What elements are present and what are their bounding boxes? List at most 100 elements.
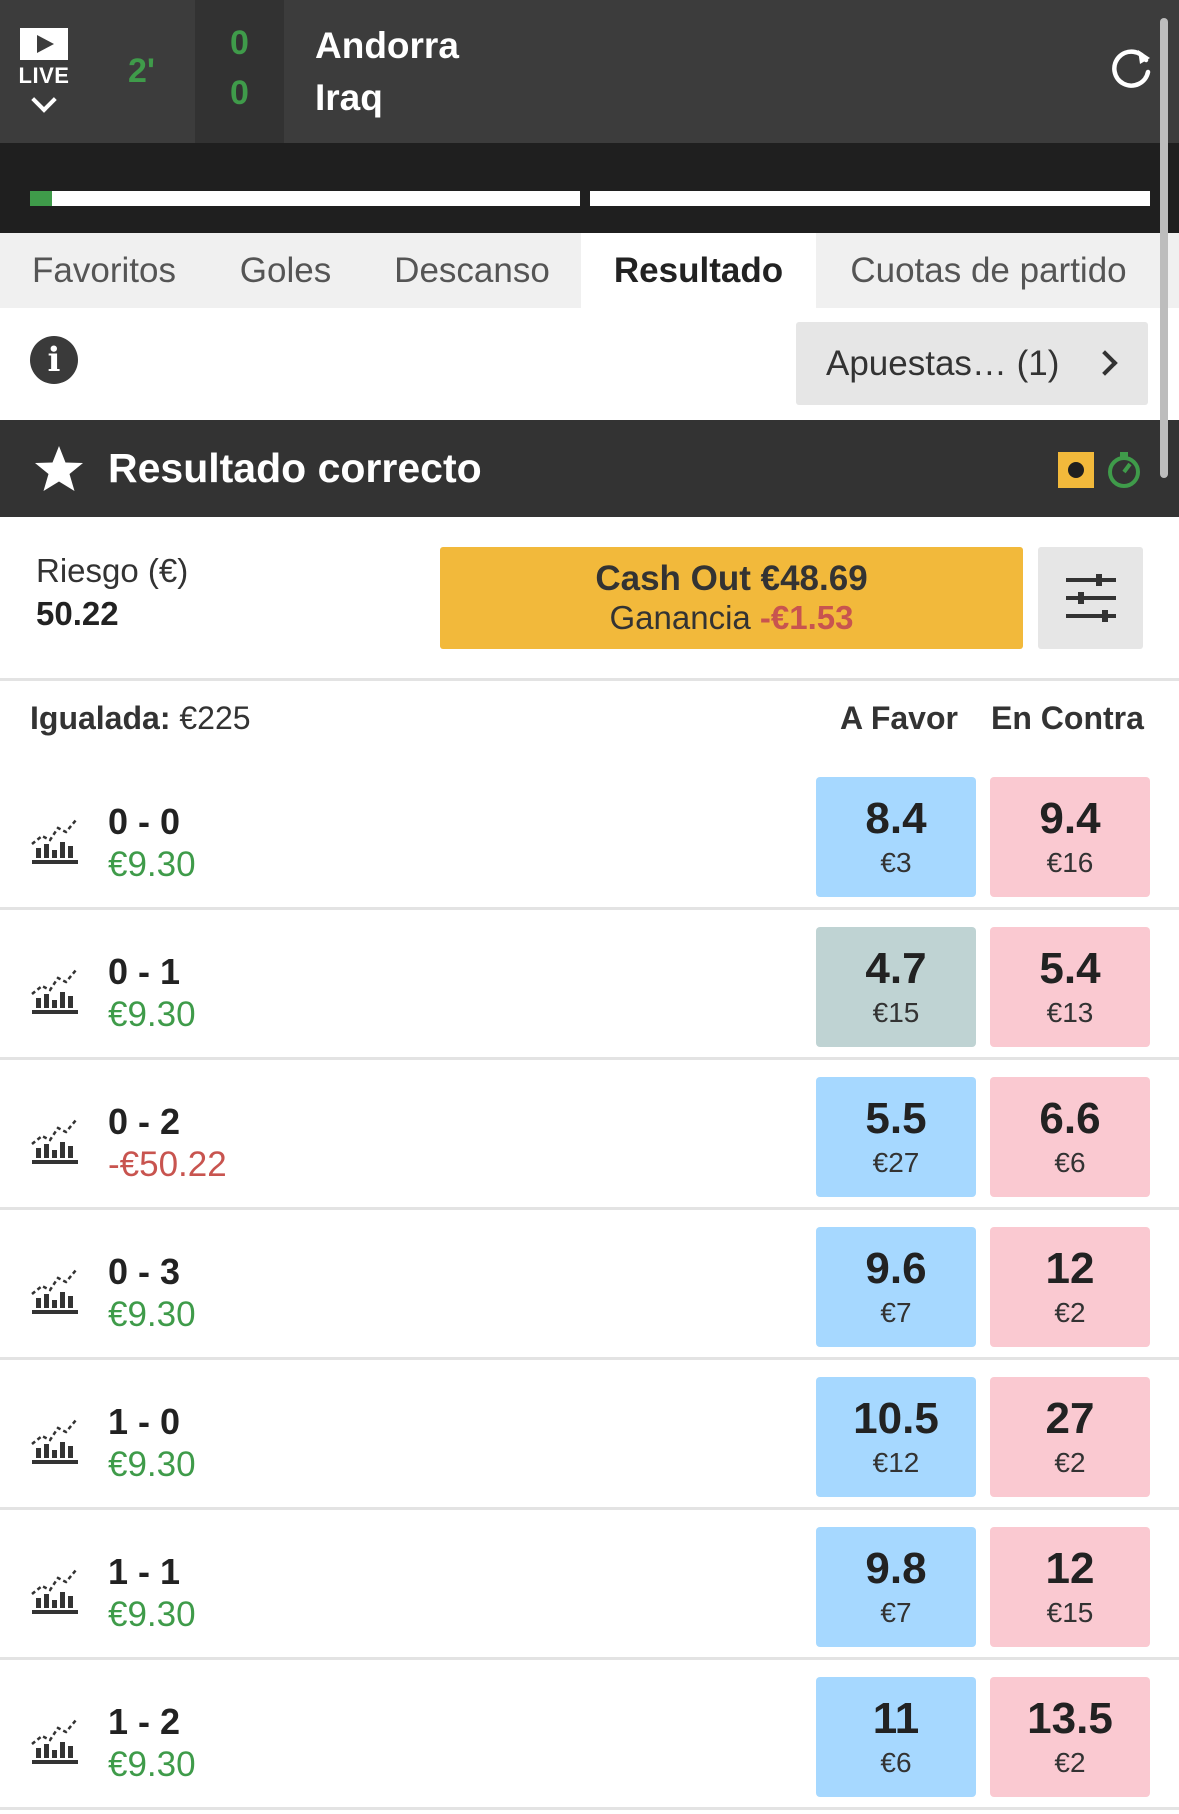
refresh-icon[interactable]	[1110, 46, 1154, 90]
home-team: Andorra	[315, 25, 459, 66]
live-label: LIVE	[18, 63, 70, 88]
back-size: €12	[872, 1447, 920, 1478]
runner-row: 1 - 2 €9.30 11 €6 13.5 €2	[0, 1677, 1179, 1814]
scrollbar[interactable]	[1160, 18, 1168, 478]
back-size: €7	[880, 1297, 912, 1328]
chart-icon[interactable]	[28, 1114, 80, 1166]
runner-profit-loss: €9.30	[108, 995, 196, 1034]
lay-size: €15	[1046, 1597, 1094, 1628]
away-score: 0	[230, 74, 249, 112]
cash-out-button[interactable]: Cash Out €48.69 Ganancia -€1.53	[440, 547, 1023, 649]
live-toggle[interactable]: LIVE	[0, 0, 88, 143]
lay-price: 6.6	[1039, 1094, 1101, 1143]
tab-resultado[interactable]: Resultado	[581, 233, 816, 308]
market-tabs: Favoritos Goles Descanso Resultado Cuota…	[0, 233, 1179, 308]
lay-odds-button[interactable]: 5.4 €13	[990, 927, 1150, 1047]
lay-size: €13	[1046, 997, 1094, 1028]
back-odds-button[interactable]: 8.4 €3	[816, 777, 976, 897]
divider	[0, 1057, 1179, 1060]
sliders-icon	[1066, 574, 1116, 622]
second-half-progress	[590, 191, 1150, 206]
back-odds-button[interactable]: 10.5 €12	[816, 1377, 976, 1497]
back-price: 10.5	[853, 1394, 939, 1443]
runner-profit-loss: -€50.22	[108, 1145, 227, 1184]
back-size: €3	[880, 847, 912, 878]
divider	[0, 1807, 1179, 1810]
lay-odds-button[interactable]: 9.4 €16	[990, 777, 1150, 897]
lay-price: 5.4	[1039, 944, 1101, 993]
divider	[0, 1657, 1179, 1660]
lay-price: 13.5	[1027, 1694, 1113, 1743]
info-icon[interactable]: i	[30, 336, 78, 384]
tab-cuotas-de-partido[interactable]: Cuotas de partido	[816, 233, 1161, 308]
lay-odds-button[interactable]: 12 €2	[990, 1227, 1150, 1347]
chart-icon[interactable]	[28, 964, 80, 1016]
play-icon	[20, 28, 68, 60]
back-price: 11	[872, 1694, 920, 1743]
runner-name: 0 - 3	[108, 1251, 181, 1292]
cash-out-label: Cash Out €48.69	[595, 559, 868, 598]
tab-favoritos[interactable]: Favoritos	[0, 233, 208, 308]
chart-icon[interactable]	[28, 1714, 80, 1766]
back-price: 9.8	[865, 1544, 927, 1593]
runner-row: 1 - 0 €9.30 10.5 €12 27 €2	[0, 1377, 1179, 1527]
profit-value: -€1.53	[759, 599, 854, 636]
back-odds-button[interactable]: 9.8 €7	[816, 1527, 976, 1647]
chart-icon[interactable]	[28, 1264, 80, 1316]
runner-name: 1 - 2	[108, 1701, 181, 1742]
back-odds-button[interactable]: 4.7 €15	[816, 927, 976, 1047]
first-half-progress	[30, 191, 580, 206]
timer-icon	[1108, 452, 1140, 488]
team-names: Andorra Iraq	[315, 20, 459, 124]
chart-icon[interactable]	[28, 814, 80, 866]
back-size: €6	[880, 1747, 912, 1778]
back-odds-button[interactable]: 9.6 €7	[816, 1227, 976, 1347]
lay-size: €6	[1054, 1147, 1086, 1178]
tab-goles[interactable]: Goles	[208, 233, 363, 308]
market-header: Resultado correcto	[0, 420, 1179, 517]
matched-amount: Igualada: €225	[30, 700, 251, 737]
tab-descanso[interactable]: Descanso	[363, 233, 581, 308]
runner-profit-loss: €9.30	[108, 845, 196, 884]
runner-profit-loss: €9.30	[108, 1295, 196, 1334]
apuestas-button[interactable]: Apuestas… (1)	[796, 322, 1148, 405]
back-price: 4.7	[865, 944, 927, 993]
lay-odds-button[interactable]: 13.5 €2	[990, 1677, 1150, 1797]
cash-out-settings-button[interactable]	[1038, 547, 1143, 649]
apuestas-label: Apuestas… (1)	[826, 343, 1060, 383]
runner-row: 0 - 2 -€50.22 5.5 €27 6.6 €6	[0, 1077, 1179, 1227]
divider	[0, 678, 1179, 681]
star-icon[interactable]	[33, 444, 85, 494]
runner-row: 1 - 1 €9.30 9.8 €7 12 €15	[0, 1527, 1179, 1677]
back-odds-button[interactable]: 11 €6	[816, 1677, 976, 1797]
runner-name: 1 - 0	[108, 1401, 181, 1442]
back-size: €15	[872, 997, 920, 1028]
divider	[0, 1357, 1179, 1360]
lay-odds-button[interactable]: 12 €15	[990, 1527, 1150, 1647]
lay-price: 27	[1045, 1394, 1095, 1443]
back-size: €27	[872, 1147, 920, 1178]
lay-odds-button[interactable]: 27 €2	[990, 1377, 1150, 1497]
matched-value: €225	[179, 700, 251, 736]
chart-icon[interactable]	[28, 1414, 80, 1466]
back-odds-button[interactable]: 5.5 €27	[816, 1077, 976, 1197]
chart-icon[interactable]	[28, 1564, 80, 1616]
divider	[0, 1207, 1179, 1210]
lay-size: €2	[1054, 1297, 1086, 1328]
runner-profit-loss: €9.30	[108, 1745, 196, 1784]
profit-label: Ganancia	[609, 599, 751, 636]
divider	[0, 1507, 1179, 1510]
lay-size: €2	[1054, 1747, 1086, 1778]
runner-profit-loss: €9.30	[108, 1445, 196, 1484]
matched-label: Igualada:	[30, 700, 171, 736]
lay-price: 9.4	[1039, 794, 1101, 843]
lay-odds-button[interactable]: 6.6 €6	[990, 1077, 1150, 1197]
back-column-header: A Favor	[840, 700, 958, 736]
lay-price: 12	[1045, 1244, 1095, 1293]
chevron-down-icon	[31, 87, 57, 113]
chevron-right-icon	[1092, 350, 1118, 376]
back-price: 8.4	[865, 794, 927, 843]
risk-label: Riesgo (€)	[36, 552, 189, 589]
runner-row: 0 - 0 €9.30 8.4 €3 9.4 €16	[0, 777, 1179, 927]
cash-out-profit: Ganancia -€1.53	[609, 599, 853, 637]
